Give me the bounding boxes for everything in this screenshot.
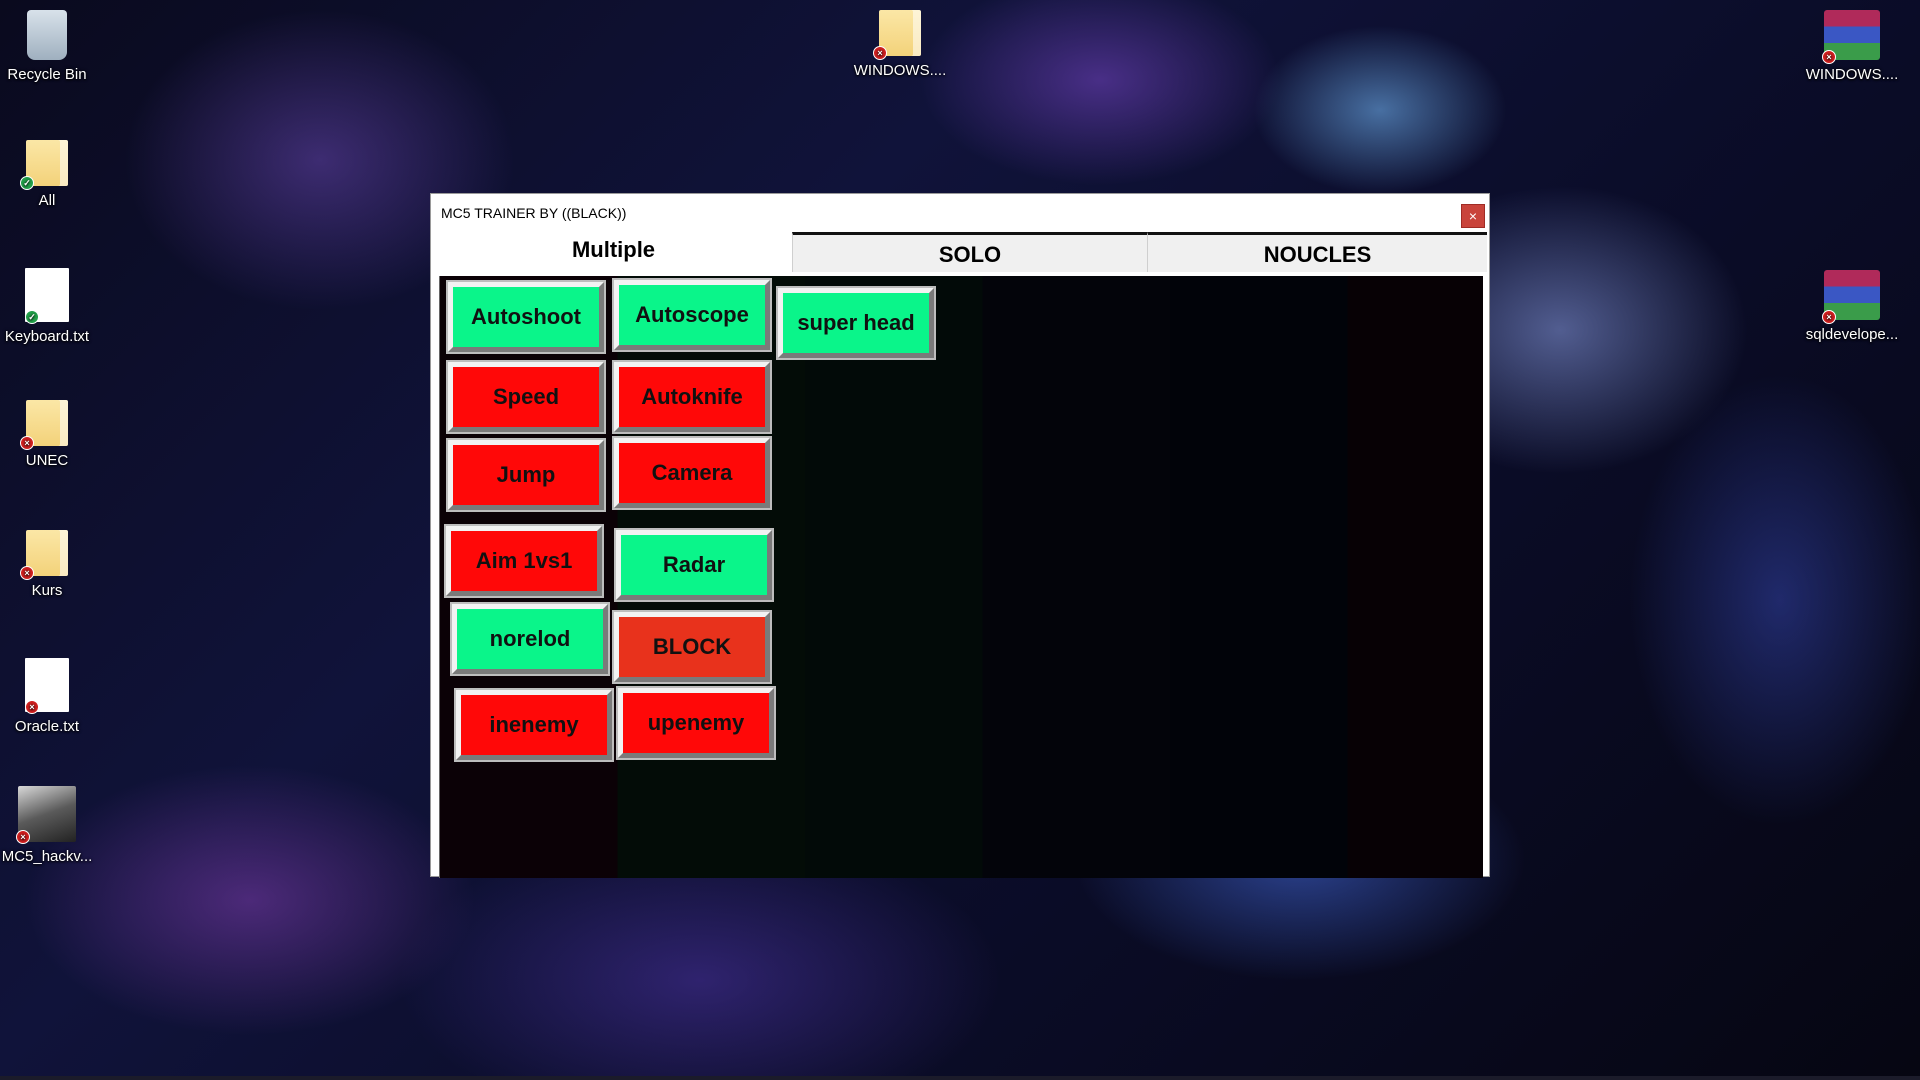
- desktop-icon-label: UNEC: [25, 452, 69, 469]
- desktop-icon-unec[interactable]: × UNEC: [0, 400, 95, 469]
- camera-button[interactable]: Camera: [612, 436, 772, 510]
- desktop-icon-kurs[interactable]: × Kurs: [0, 530, 95, 599]
- autoscope-button[interactable]: Autoscope: [612, 278, 772, 352]
- desktop-background: Recycle Bin ✓ All ✓ Keyboard.txt × UNEC …: [0, 0, 1920, 1080]
- tab-solo[interactable]: SOLO: [792, 232, 1147, 272]
- desktop-icon-all[interactable]: ✓ All: [0, 140, 95, 209]
- tab-bar: Multiple SOLO NOUCLES: [435, 232, 1487, 272]
- taskbar-edge: [0, 1076, 1920, 1080]
- button-label: Autoscope: [635, 302, 749, 327]
- rar-archive-icon: ×: [1822, 270, 1880, 324]
- tab-multiple[interactable]: Multiple: [435, 232, 792, 272]
- desktop-icon-mc5-hack[interactable]: × MC5_hackv...: [0, 786, 95, 865]
- button-label: Autoknife: [641, 384, 743, 409]
- text-file-icon: ×: [25, 658, 69, 714]
- sync-error-icon: ×: [16, 830, 30, 844]
- desktop-icon-keyboard-txt[interactable]: ✓ Keyboard.txt: [0, 268, 95, 345]
- desktop-icon-label: All: [38, 192, 56, 209]
- norelod-button[interactable]: norelod: [450, 602, 610, 676]
- desktop-icon-windows-rar[interactable]: × WINDOWS....: [1804, 10, 1900, 83]
- tab-noucles[interactable]: NOUCLES: [1147, 232, 1487, 272]
- button-label: super head: [797, 310, 915, 335]
- desktop-icon-label: WINDOWS....: [1805, 66, 1899, 83]
- sync-error-icon: ×: [1822, 50, 1836, 64]
- button-label: Jump: [496, 462, 556, 487]
- jump-button[interactable]: Jump: [446, 438, 606, 512]
- super-head-button[interactable]: super head: [776, 286, 936, 360]
- text-file-icon: ✓: [25, 268, 69, 324]
- upenemy-button[interactable]: upenemy: [616, 686, 776, 760]
- application-icon: ×: [16, 786, 76, 844]
- desktop-icon-windows-folder[interactable]: × WINDOWS....: [852, 10, 948, 79]
- sync-error-icon: ×: [20, 436, 34, 450]
- button-label: norelod: [489, 626, 571, 651]
- title-bar[interactable]: MC5 TRAINER BY ((BLACK)) ×: [431, 194, 1489, 232]
- inenemy-button[interactable]: inenemy: [454, 688, 614, 762]
- tab-label: Multiple: [571, 237, 656, 262]
- window-title: MC5 TRAINER BY ((BLACK)): [441, 205, 627, 221]
- rar-archive-icon: ×: [1822, 10, 1880, 64]
- desktop-icon-sqldeveloper[interactable]: × sqldevelope...: [1804, 270, 1900, 343]
- speed-button[interactable]: Speed: [446, 360, 606, 434]
- desktop-icon-label: Recycle Bin: [7, 66, 87, 83]
- zip-folder-icon: ×: [873, 10, 921, 60]
- block-button[interactable]: BLOCK: [612, 610, 772, 684]
- folder-icon: ×: [20, 530, 68, 580]
- feature-panel: Autoshoot Autoscope super head Speed Aut…: [439, 276, 1483, 878]
- recycle-bin-icon: [27, 10, 67, 60]
- desktop-icon-oracle-txt[interactable]: × Oracle.txt: [0, 658, 95, 735]
- desktop-icon-label: MC5_hackv...: [1, 848, 93, 865]
- button-label: Aim 1vs1: [475, 548, 573, 573]
- button-label: Radar: [662, 552, 726, 577]
- desktop-icon-label: Oracle.txt: [14, 718, 80, 735]
- button-label: Camera: [651, 460, 733, 485]
- button-label: upenemy: [647, 710, 745, 735]
- folder-icon: ×: [20, 400, 68, 450]
- desktop-icon-label: sqldevelope...: [1805, 326, 1899, 343]
- sync-error-icon: ×: [20, 566, 34, 580]
- autoshoot-button[interactable]: Autoshoot: [446, 280, 606, 354]
- aim-1vs1-button[interactable]: Aim 1vs1: [444, 524, 604, 598]
- autoknife-button[interactable]: Autoknife: [612, 360, 772, 434]
- trainer-window: MC5 TRAINER BY ((BLACK)) × Multiple SOLO…: [430, 193, 1490, 878]
- desktop-icon-label: Kurs: [31, 582, 63, 599]
- desktop-icon-label: WINDOWS....: [853, 62, 947, 79]
- button-label: Speed: [492, 384, 560, 409]
- sync-ok-icon: ✓: [25, 310, 39, 324]
- tab-label: SOLO: [938, 242, 1002, 267]
- desktop-icon-label: Keyboard.txt: [4, 328, 90, 345]
- tab-label: NOUCLES: [1263, 242, 1372, 267]
- close-icon: ×: [1468, 208, 1478, 224]
- folder-icon: ✓: [20, 140, 68, 190]
- sync-error-icon: ×: [1822, 310, 1836, 324]
- desktop-icon-recycle-bin[interactable]: Recycle Bin: [0, 10, 95, 83]
- button-label: inenemy: [489, 712, 579, 737]
- radar-button[interactable]: Radar: [614, 528, 774, 602]
- sync-error-icon: ×: [25, 700, 39, 714]
- sync-error-icon: ×: [873, 46, 887, 60]
- button-label: Autoshoot: [471, 304, 581, 329]
- sync-ok-icon: ✓: [20, 176, 34, 190]
- close-button[interactable]: ×: [1461, 204, 1485, 228]
- button-label: BLOCK: [652, 634, 732, 659]
